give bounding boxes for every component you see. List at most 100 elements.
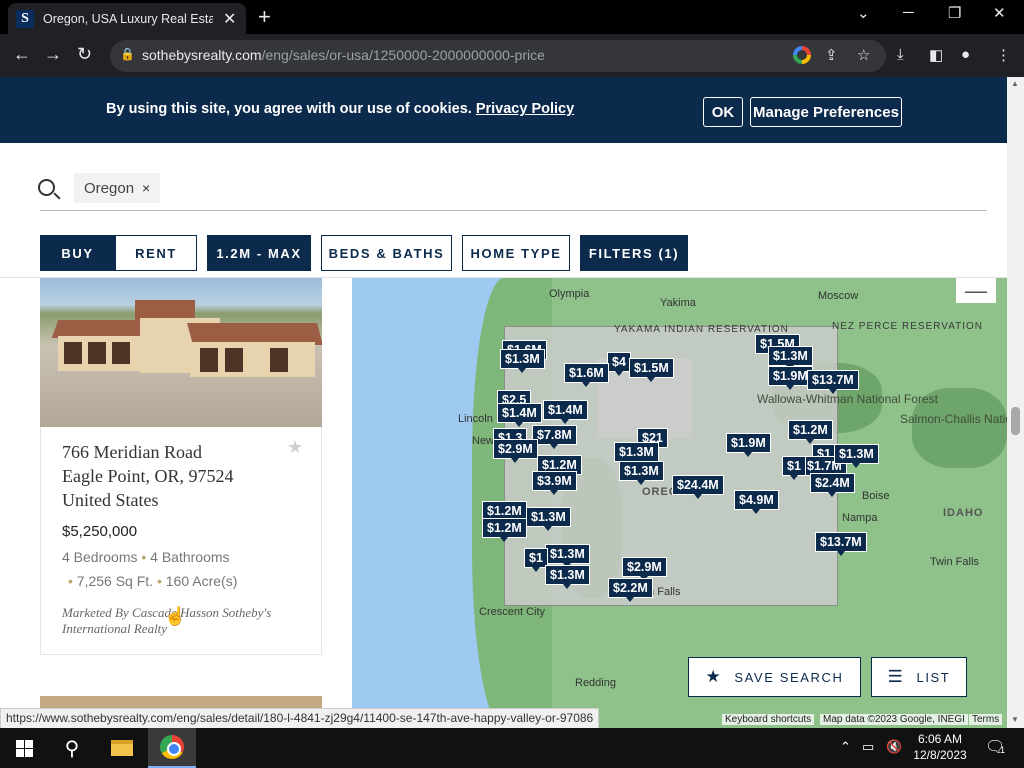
map-label-twin-falls: Twin Falls	[930, 556, 979, 568]
price-filter-button[interactable]: 1.2M - MAX	[207, 235, 311, 271]
search-taskbar-icon[interactable]: ⚲	[50, 728, 94, 768]
map-view[interactable]: — Olympia Yakima Moscow YAKAMA INDIAN RE…	[352, 278, 1007, 728]
lock-icon[interactable]: 🔒	[120, 47, 135, 61]
network-icon[interactable]: ▭	[862, 739, 874, 755]
window-close-icon[interactable]: ✕	[993, 4, 1006, 22]
price-pin[interactable]: $1.5M	[629, 358, 674, 382]
price-pin[interactable]: $1.3M	[768, 346, 813, 370]
windows-logo-icon	[15, 739, 33, 757]
price-pin[interactable]: $4.9M	[734, 490, 779, 514]
map-label-idaho: IDAHO	[943, 507, 984, 519]
price-pin[interactable]: $3.9M	[532, 471, 577, 495]
map-label-nez-perce: NEZ PERCE RESERVATION	[832, 321, 984, 332]
price-pin[interactable]: $1.2M	[788, 420, 833, 444]
menu-kebab-icon[interactable]: ⋮	[996, 46, 1011, 64]
new-tab-plus-icon[interactable]: +	[258, 4, 271, 30]
map-label-lincoln: Lincoln	[458, 413, 493, 425]
system-clock[interactable]: 6:06 AM 12/8/2023	[910, 731, 970, 763]
price-pin[interactable]: $1.4M	[497, 403, 542, 427]
save-search-button[interactable]: ★ SAVE SEARCH	[688, 657, 861, 697]
listing-address-line2[interactable]: Eagle Point, OR, 97524	[62, 466, 234, 487]
price-pin[interactable]: $4	[607, 352, 631, 376]
price-pin[interactable]: $13.7M	[815, 532, 867, 556]
map-label-nampa: Nampa	[842, 512, 878, 524]
price-pin[interactable]: $1.3M	[545, 565, 590, 589]
price-pin[interactable]: $1	[782, 456, 806, 480]
more-filters-button[interactable]: FILTERS (1)	[580, 235, 688, 271]
url-text[interactable]: sothebysrealty.com/eng/sales/or-usa/1250…	[142, 47, 545, 63]
cookie-ok-button[interactable]: OK	[703, 97, 743, 127]
home-type-button[interactable]: HOME TYPE	[462, 235, 570, 271]
price-pin[interactable]: $1.9M	[726, 433, 771, 457]
tab-search-chevron-icon[interactable]: ⌄	[857, 4, 870, 22]
listing-size: • 7,256 Sq Ft. • 160 Acre(s)	[68, 573, 238, 589]
search-panel: Oregon × BUY RENT 1.2M - MAX BEDS & BATH…	[0, 143, 1007, 278]
scroll-down-icon[interactable]: ▼	[1011, 715, 1019, 724]
list-view-button[interactable]: ☰ LIST	[871, 657, 967, 697]
price-pin[interactable]: $2.4M	[810, 473, 855, 497]
favorite-star-icon[interactable]: ★	[287, 437, 303, 458]
browser-tab[interactable]: S Oregon, USA Luxury Real Estate ✕	[8, 3, 246, 34]
share-icon[interactable]: ⇪	[825, 46, 838, 64]
price-pin[interactable]: $1.3M	[614, 442, 659, 466]
map-label-salmon-challis: Salmon-Challis National Forest	[900, 412, 1007, 426]
map-label-yakima: Yakima	[660, 297, 696, 309]
minimize-icon[interactable]: ─	[903, 4, 914, 21]
bookmark-star-icon[interactable]: ☆	[857, 46, 870, 64]
price-pin[interactable]: $7.8M	[532, 425, 577, 449]
side-panel-icon[interactable]: ◧	[929, 46, 943, 64]
cookie-banner: By using this site, you agree with our u…	[0, 77, 1007, 143]
listing-address-line3[interactable]: United States	[62, 490, 159, 511]
listing-address-line1[interactable]: 766 Meridian Road	[62, 442, 202, 463]
price-pin[interactable]: $1.3M	[834, 444, 879, 468]
price-pin[interactable]: $2.9M	[493, 439, 538, 463]
price-pin[interactable]: $24.4M	[672, 475, 724, 499]
forward-arrow-icon[interactable]: →	[44, 44, 62, 65]
map-label-boise: Boise	[862, 490, 890, 502]
profile-icon[interactable]: ●	[961, 46, 970, 63]
location-chip[interactable]: Oregon ×	[74, 173, 161, 203]
keyboard-shortcuts-link[interactable]: Keyboard shortcuts	[722, 714, 815, 725]
price-pin[interactable]: $1.4M	[543, 400, 588, 424]
price-pin[interactable]: $1.3M	[545, 544, 590, 568]
list-icon: ☰	[887, 667, 905, 686]
file-explorer-icon[interactable]	[100, 728, 144, 768]
volume-muted-icon[interactable]: 🔇	[886, 739, 902, 755]
listing-price: $5,250,000	[62, 523, 138, 540]
tab-close-icon[interactable]: ✕	[223, 9, 236, 29]
map-label-yakama: YAKAMA INDIAN RESERVATION	[614, 324, 789, 335]
buy-toggle[interactable]: BUY	[40, 235, 115, 271]
terms-link[interactable]: Terms	[969, 714, 1003, 725]
start-button[interactable]	[0, 728, 48, 768]
chip-remove-icon[interactable]: ×	[142, 180, 150, 196]
search-icon[interactable]	[38, 179, 55, 196]
browser-tabstrip: S Oregon, USA Luxury Real Estate ✕ + ⌄ ─…	[0, 0, 1024, 34]
listing-photo[interactable]	[40, 278, 322, 427]
privacy-policy-link[interactable]: Privacy Policy	[476, 101, 574, 117]
scroll-thumb[interactable]	[1011, 407, 1020, 435]
price-pin[interactable]: $1.3M	[526, 507, 571, 531]
zoom-out-minus-icon[interactable]: —	[956, 278, 996, 303]
restore-icon[interactable]: ❐	[948, 4, 961, 22]
chrome-taskbar-icon[interactable]	[148, 728, 196, 768]
price-pin[interactable]: $2.9M	[622, 557, 667, 581]
scroll-up-icon[interactable]: ▲	[1011, 79, 1019, 88]
manage-preferences-button[interactable]: Manage Preferences	[750, 97, 902, 127]
price-pin[interactable]: $1.3M	[619, 461, 664, 485]
map-label-redding: Redding	[575, 677, 616, 689]
price-pin[interactable]: $1.2M	[482, 518, 527, 542]
price-pin[interactable]: $1.3M	[500, 349, 545, 373]
google-icon[interactable]	[793, 46, 811, 64]
price-pin[interactable]: $2.2M	[608, 578, 653, 602]
back-arrow-icon[interactable]: ←	[13, 44, 31, 65]
status-bar-url: https://www.sothebysrealty.com/eng/sales…	[0, 708, 600, 729]
rent-toggle[interactable]: RENT	[115, 235, 197, 271]
download-icon[interactable]: ⤓	[897, 46, 904, 63]
tray-chevron-icon[interactable]: ⌃	[840, 739, 851, 755]
reload-icon[interactable]: ↻	[77, 44, 92, 65]
notification-count: 1	[1000, 745, 1006, 755]
price-pin[interactable]: $1.6M	[564, 363, 609, 387]
page-scrollbar[interactable]: ▲ ▼	[1007, 77, 1024, 728]
price-pin[interactable]: $13.7M	[807, 370, 859, 394]
beds-baths-button[interactable]: BEDS & BATHS	[321, 235, 452, 271]
